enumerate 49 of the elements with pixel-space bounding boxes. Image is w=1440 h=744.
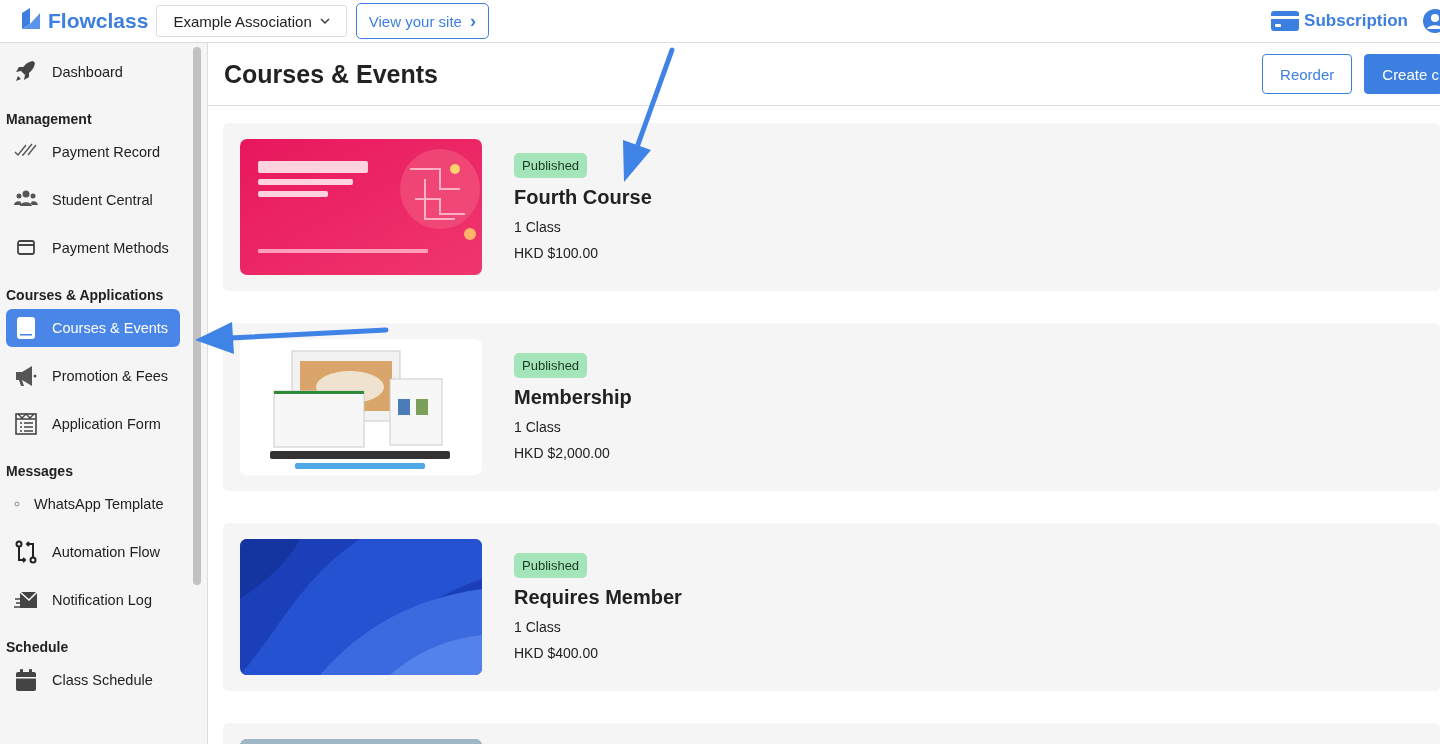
section-heading: Management: [5, 110, 93, 129]
view-site-button[interactable]: View your site ›: [355, 3, 490, 39]
section-heading: Messages: [5, 462, 74, 481]
rocket-icon: [14, 60, 38, 84]
user-avatar-icon[interactable]: [1422, 8, 1440, 34]
sidebar-item[interactable]: Automation Flow: [6, 533, 180, 571]
section-heading: Schedule: [5, 638, 70, 657]
sidebar-item[interactable]: Courses & Events: [6, 309, 180, 347]
calendar-icon: [14, 668, 38, 692]
status-badge: Published: [514, 353, 588, 378]
page-title: Courses & Events: [224, 59, 438, 89]
sidebar-item[interactable]: Dashboard: [6, 53, 180, 91]
subscription-link[interactable]: Subscription: [1271, 11, 1408, 31]
course-price: HKD $2,000.00: [514, 445, 610, 461]
create-button[interactable]: Create c: [1364, 54, 1440, 94]
status-badge: Published: [514, 153, 588, 178]
brand-name: Flowclass: [48, 9, 149, 33]
course-title: Membership: [514, 386, 632, 409]
form-icon: [14, 412, 38, 436]
course-price: HKD $400.00: [514, 645, 599, 661]
status-badge: Published: [514, 553, 588, 578]
sidebar-item[interactable]: Application Form: [6, 405, 180, 443]
sidebar-item[interactable]: WhatsApp Template: [6, 485, 180, 523]
credit-card-icon: [1271, 11, 1300, 31]
course-title: Requires Member: [514, 586, 682, 609]
megaphone-icon: [14, 364, 38, 388]
course-price: HKD $100.00: [514, 245, 599, 261]
sidebar-item[interactable]: Class Schedule: [6, 661, 180, 699]
sidebar-item[interactable]: Student Central: [6, 181, 180, 219]
class-count: 1 Class: [514, 219, 561, 235]
sidebar-item[interactable]: Payment Record: [6, 133, 180, 171]
course-card[interactable]: Published Membership 1 Class HKD $2,000.00: [223, 323, 1440, 491]
organization-dropdown[interactable]: Example Association: [156, 5, 347, 37]
course-card[interactable]: Published Requires Member 1 Class HKD $400.00: [223, 523, 1440, 691]
dot-icon: [14, 501, 20, 507]
sidebar-item[interactable]: Payment Methods: [6, 229, 180, 267]
flow-icon: [14, 540, 38, 564]
reorder-button[interactable]: Reorder: [1262, 54, 1353, 94]
sidebar-item[interactable]: Notification Log: [6, 581, 180, 619]
course-card[interactable]: Published Fourth Course 1 Class HKD $100.00: [223, 123, 1440, 291]
sidebar-item[interactable]: Promotion & Fees: [6, 357, 180, 395]
logo-icon: [20, 7, 42, 31]
course-title: Fourth Course: [514, 186, 652, 209]
caret-icon: [319, 18, 330, 24]
class-count: 1 Class: [514, 419, 561, 435]
book-icon: [14, 316, 38, 340]
class-count: 1 Class: [514, 619, 561, 635]
section-heading: Courses & Applications: [5, 286, 165, 305]
scrollbar-thumb[interactable]: [193, 47, 201, 585]
